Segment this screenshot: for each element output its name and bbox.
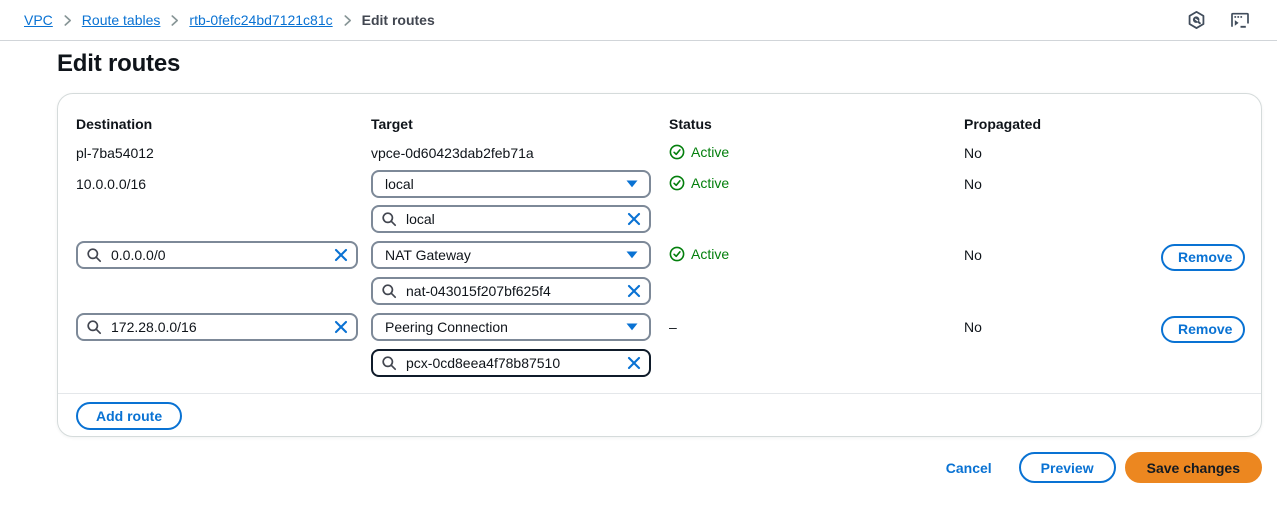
route-row-2-target-search-input[interactable] — [371, 205, 651, 233]
cancel-button[interactable]: Cancel — [946, 460, 992, 476]
route-row-1-status: Active — [669, 143, 869, 164]
route-row-3-target-search-input[interactable] — [371, 277, 651, 305]
clear-icon[interactable] — [333, 319, 349, 335]
caret-down-icon — [626, 251, 638, 259]
status-text: Active — [691, 143, 729, 161]
route-row-2-target-select[interactable]: local — [371, 170, 651, 198]
route-row-4-destination-input[interactable] — [76, 313, 358, 341]
chevron-right-icon — [170, 14, 179, 27]
status-text: Active — [691, 245, 729, 263]
breadcrumb-bar: VPC Route tables rtb-0fefc24bd7121c81c E… — [0, 0, 1277, 41]
check-circle-icon — [669, 175, 685, 191]
route-row-3-remove-button[interactable]: Remove — [1161, 244, 1245, 271]
save-changes-button[interactable]: Save changes — [1125, 452, 1262, 483]
route-row-4-propagated: No — [964, 318, 1084, 336]
routes-card: Destination Target Status Propagated pl-… — [57, 93, 1262, 437]
route-row-4-target-search — [371, 349, 651, 377]
route-row-3-target-select[interactable]: NAT Gateway — [371, 241, 651, 269]
breadcrumb-link-vpc[interactable]: VPC — [24, 12, 53, 28]
clear-icon[interactable] — [626, 283, 642, 299]
clear-icon[interactable] — [626, 211, 642, 227]
route-row-1-target: vpce-0d60423dab2feb71a — [371, 144, 651, 162]
edit-routes-page: VPC Route tables rtb-0fefc24bd7121c81c E… — [0, 0, 1277, 510]
breadcrumb-link-route-tables[interactable]: Route tables — [82, 12, 161, 28]
column-header-destination: Destination — [76, 115, 358, 133]
route-row-3-status: Active — [669, 245, 869, 266]
topbar-icons — [1183, 7, 1253, 33]
caret-down-icon — [626, 323, 638, 331]
route-row-3-destination-search — [76, 241, 358, 269]
chevron-right-icon — [63, 14, 72, 27]
check-circle-icon — [669, 144, 685, 160]
route-row-4-target-select[interactable]: Peering Connection — [371, 313, 651, 341]
check-circle-icon — [669, 246, 685, 262]
route-row-3-destination-input[interactable] — [76, 241, 358, 269]
route-row-4-target-search-input[interactable] — [371, 349, 651, 377]
card-footer-divider — [58, 393, 1261, 394]
column-header-status: Status — [669, 115, 869, 133]
selected-option: local — [385, 176, 414, 192]
status-text: Active — [691, 174, 729, 192]
breadcrumb-link-route-table-id[interactable]: rtb-0fefc24bd7121c81c — [189, 12, 332, 28]
caret-down-icon — [626, 180, 638, 188]
chevron-right-icon — [343, 14, 352, 27]
column-header-target: Target — [371, 115, 651, 133]
preview-button[interactable]: Preview — [1019, 452, 1116, 483]
route-row-2-target-search — [371, 205, 651, 233]
route-row-1-propagated: No — [964, 144, 1084, 162]
amazon-q-icon[interactable] — [1183, 7, 1209, 33]
selected-option: NAT Gateway — [385, 247, 471, 263]
selected-option: Peering Connection — [385, 319, 508, 335]
route-row-3-propagated: No — [964, 246, 1084, 264]
route-row-2-status: Active — [669, 174, 869, 195]
route-row-4-destination-search — [76, 313, 358, 341]
footer-actions: Cancel Preview Save changes — [946, 452, 1262, 483]
clear-icon[interactable] — [626, 355, 642, 371]
route-row-1-destination: pl-7ba54012 — [76, 144, 358, 162]
route-row-2-propagated: No — [964, 175, 1084, 193]
page-title: Edit routes — [57, 50, 180, 78]
route-row-4-status: – — [669, 318, 869, 336]
breadcrumb: VPC Route tables rtb-0fefc24bd7121c81c E… — [24, 12, 435, 28]
cloudshell-icon[interactable] — [1227, 7, 1253, 33]
route-row-4-remove-button[interactable]: Remove — [1161, 316, 1245, 343]
route-row-2-destination: 10.0.0.0/16 — [76, 175, 358, 193]
clear-icon[interactable] — [333, 247, 349, 263]
breadcrumb-current: Edit routes — [362, 12, 435, 28]
column-header-propagated: Propagated — [964, 115, 1084, 133]
route-row-3-target-search — [371, 277, 651, 305]
add-route-button[interactable]: Add route — [76, 402, 182, 430]
